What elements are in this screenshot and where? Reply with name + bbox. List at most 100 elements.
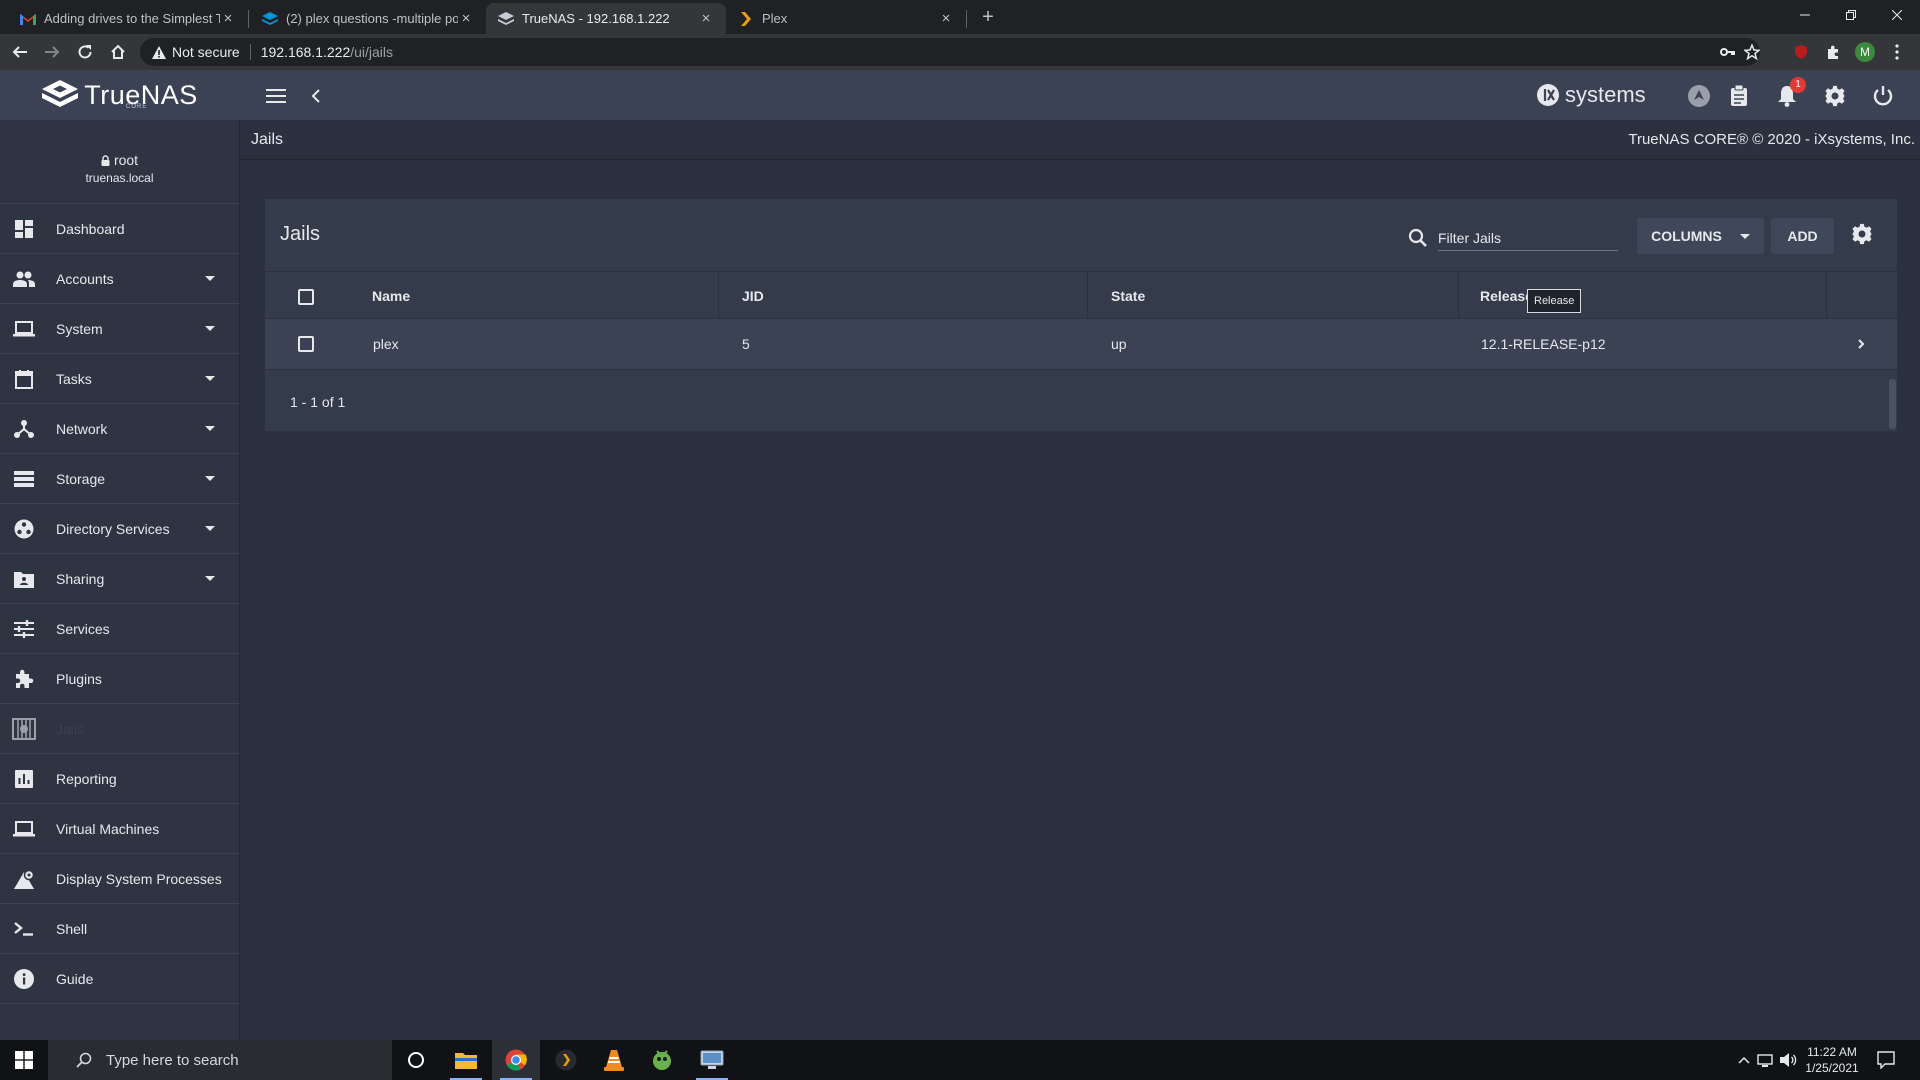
windows-start-icon[interactable]	[0, 1040, 48, 1080]
close-tab-icon[interactable]: ×	[458, 10, 474, 27]
ixsystems-logo[interactable]: systems	[1536, 80, 1646, 110]
sidebar-item-network[interactable]: Network	[0, 404, 239, 454]
vlc-icon[interactable]	[590, 1040, 638, 1080]
sidebar-item-virtual-machines[interactable]: Virtual Machines	[0, 804, 239, 854]
sidebar-item-system[interactable]: System	[0, 304, 239, 354]
table-scrollbar[interactable]	[1889, 379, 1896, 429]
network-status-icon[interactable]	[1756, 1050, 1776, 1070]
profile-avatar[interactable]: M	[1853, 40, 1877, 64]
sidebar-item-plugins[interactable]: Plugins	[0, 654, 239, 704]
browser-menu-icon[interactable]	[1885, 40, 1909, 64]
power-icon[interactable]	[1870, 83, 1896, 109]
notifications-bell-icon[interactable]: 1	[1774, 77, 1806, 109]
table-row[interactable]: plex 5 up 12.1-RELEASE-p12	[265, 319, 1897, 369]
system-icon	[12, 317, 36, 341]
sidebar-item-dashboard[interactable]: Dashboard	[0, 204, 239, 254]
expand-caret-icon[interactable]	[205, 576, 215, 581]
close-tab-icon[interactable]: ×	[220, 10, 236, 27]
expand-caret-icon[interactable]	[205, 326, 215, 331]
expand-caret-icon[interactable]	[205, 476, 215, 481]
column-header-state[interactable]: State	[1111, 272, 1145, 320]
forward-icon[interactable]	[40, 40, 64, 64]
extensions-icon[interactable]	[1821, 40, 1845, 64]
sidebar-item-guide[interactable]: Guide	[0, 954, 239, 1004]
sidebar-item-label: Virtual Machines	[56, 820, 160, 837]
column-header-jid[interactable]: JID	[742, 272, 764, 320]
browser-tab-active[interactable]: TrueNAS - 192.168.1.222 ×	[486, 3, 726, 34]
ix-mark-icon	[1536, 83, 1560, 107]
sidebar-item-label: Storage	[56, 470, 106, 487]
taskbar-search[interactable]: Type here to search	[48, 1040, 392, 1080]
collapse-sidebar-icon[interactable]	[303, 83, 329, 109]
columns-button[interactable]: COLUMNS	[1637, 218, 1764, 254]
task-manager-icon[interactable]	[1726, 83, 1752, 109]
cortana-icon[interactable]	[392, 1040, 440, 1080]
taskbar-clock[interactable]: 11:22 AM 1/25/2021	[1800, 1044, 1864, 1076]
sidebar-item-services[interactable]: Services	[0, 604, 239, 654]
reload-icon[interactable]	[73, 40, 97, 64]
address-bar[interactable]: Not secure 192.168.1.222 /ui/jails	[140, 38, 1760, 66]
sidebar-item-shell[interactable]: Shell	[0, 904, 239, 954]
sidebar-item-sharing[interactable]: Sharing	[0, 554, 239, 604]
remote-desktop-icon[interactable]	[688, 1040, 736, 1080]
sidebar-item-reporting[interactable]: Reporting	[0, 754, 239, 804]
directory-services-icon	[12, 517, 36, 541]
tab-title: Plex	[762, 11, 788, 26]
table-settings-gear-icon[interactable]	[1851, 223, 1875, 247]
main-content: Jails COLUMNS ADD Name JID State Release	[240, 161, 1920, 1040]
back-icon[interactable]	[8, 40, 32, 64]
sidebar-item-jails[interactable]: Jails	[0, 704, 239, 754]
add-button[interactable]: ADD	[1771, 218, 1834, 254]
key-icon[interactable]	[1718, 42, 1738, 62]
sidebar-item-storage[interactable]: Storage	[0, 454, 239, 504]
chrome-icon[interactable]	[492, 1040, 540, 1080]
ublock-icon[interactable]	[1789, 40, 1813, 64]
filter-input[interactable]	[1438, 225, 1618, 251]
select-all-checkbox[interactable]	[298, 289, 314, 305]
address-divider	[249, 44, 251, 60]
filter-jails[interactable]	[1408, 223, 1618, 253]
column-header-release[interactable]: Release	[1480, 272, 1528, 320]
column-divider	[718, 272, 719, 320]
tab-title: Adding drives to the Simplest Tru	[44, 11, 220, 26]
sidebar-item-tasks[interactable]: Tasks	[0, 354, 239, 404]
page-header: Jails TrueNAS CORE® © 2020 - iXsystems, …	[240, 120, 1920, 160]
truenas-logo[interactable]: TrueNAS CORE	[0, 70, 240, 120]
expand-caret-icon[interactable]	[205, 376, 215, 381]
sidebar-item-display-system-processes[interactable]: Display System Processes	[0, 854, 239, 904]
browser-tab[interactable]: (2) plex questions -multiple pool ×	[250, 3, 486, 34]
close-tab-icon[interactable]: ×	[938, 10, 954, 27]
green-app-icon[interactable]	[638, 1040, 686, 1080]
file-explorer-icon[interactable]	[442, 1040, 490, 1080]
truecommand-icon[interactable]	[1686, 83, 1712, 109]
sidebar-item-accounts[interactable]: Accounts	[0, 254, 239, 304]
expand-row-chevron-icon[interactable]	[1857, 338, 1865, 350]
tasks-icon	[12, 367, 36, 391]
column-divider	[1087, 272, 1088, 320]
expand-caret-icon[interactable]	[205, 526, 215, 531]
browser-tab[interactable]: Adding drives to the Simplest Tru ×	[8, 3, 248, 34]
hamburger-menu-icon[interactable]	[263, 83, 289, 109]
row-checkbox[interactable]	[298, 336, 314, 352]
url-host: 192.168.1.222	[260, 44, 351, 60]
minimize-icon[interactable]	[1782, 0, 1828, 30]
add-button-label: ADD	[1787, 228, 1818, 244]
settings-gear-icon[interactable]	[1822, 83, 1848, 109]
plex-taskbar-icon[interactable]	[542, 1040, 590, 1080]
show-hidden-icons-chevron-icon[interactable]	[1734, 1050, 1754, 1070]
bookmark-star-icon[interactable]	[1742, 42, 1762, 62]
expand-caret-icon[interactable]	[205, 426, 215, 431]
volume-icon[interactable]	[1778, 1050, 1798, 1070]
browser-tab[interactable]: Plex ×	[726, 3, 966, 34]
column-header-name[interactable]: Name	[372, 272, 410, 320]
close-tab-icon[interactable]: ×	[698, 10, 714, 27]
sidebar-item-label: Services	[56, 620, 110, 637]
new-tab-button[interactable]: +	[976, 6, 1000, 30]
close-window-icon[interactable]	[1874, 0, 1920, 30]
sidebar-item-directory-services[interactable]: Directory Services	[0, 504, 239, 554]
expand-caret-icon[interactable]	[205, 276, 215, 281]
restore-icon[interactable]	[1828, 0, 1874, 30]
sidebar-item-label: Guide	[56, 970, 94, 987]
home-icon[interactable]	[106, 40, 130, 64]
action-center-icon[interactable]	[1876, 1050, 1896, 1070]
